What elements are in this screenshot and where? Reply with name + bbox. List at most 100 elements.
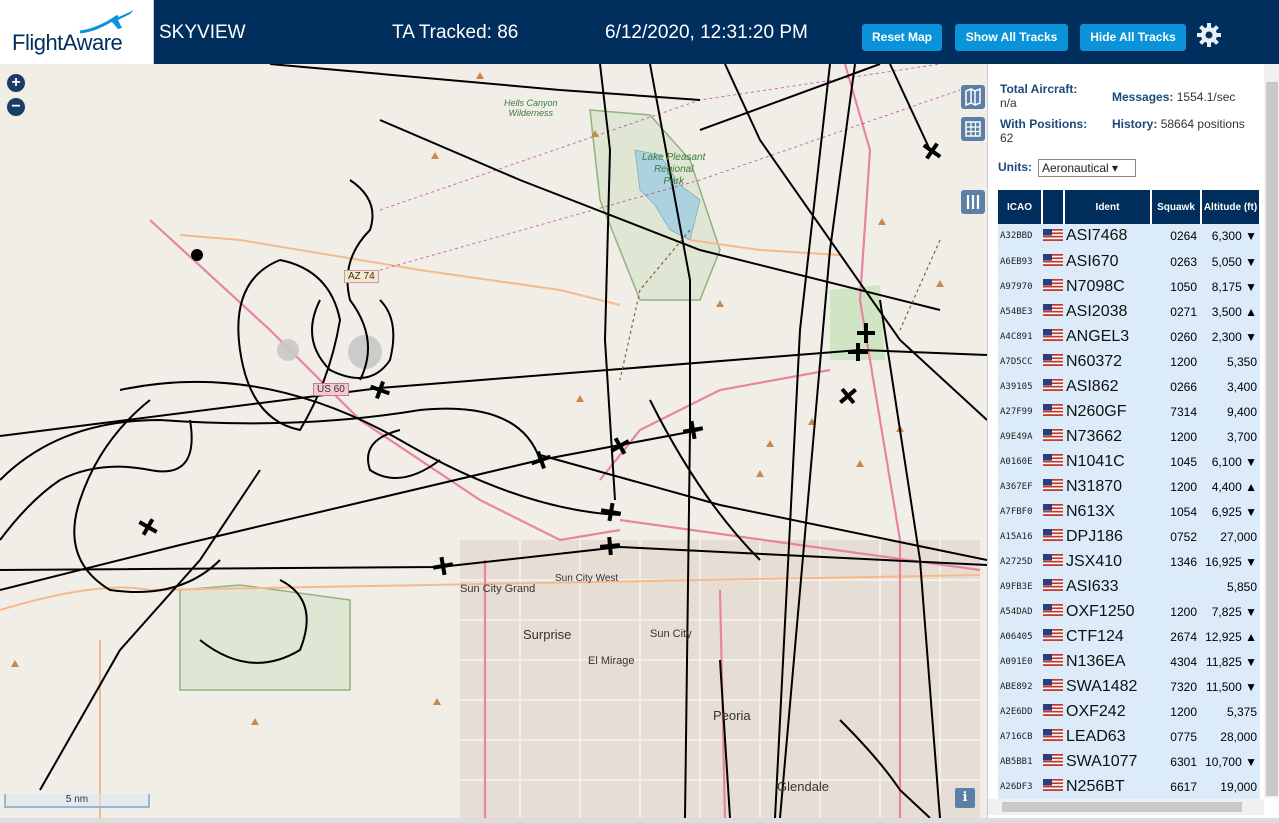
label-glendale: Glendale: [777, 779, 830, 794]
history-stat: History: 58664 positions: [1112, 117, 1247, 131]
info-button[interactable]: i: [955, 788, 975, 808]
col-squawk[interactable]: Squawk: [1151, 190, 1202, 224]
map-canvas[interactable]: + − Hells Canyon Wilderness Lake Pleasan…: [0, 64, 987, 818]
table-row[interactable]: A2E6DD OXF242 1200 5,375: [998, 699, 1260, 725]
col-altitude[interactable]: Altitude (ft): [1201, 190, 1261, 224]
show-all-tracks-button[interactable]: Show All Tracks: [955, 24, 1068, 51]
col-flag[interactable]: [1042, 190, 1065, 224]
cell-ident: ASI670: [1064, 249, 1151, 275]
cell-flag: [1042, 349, 1064, 375]
cell-ident: N256BT: [1064, 774, 1151, 800]
scrollbar-thumb[interactable]: [1002, 802, 1242, 812]
cell-squawk: 1050: [1151, 274, 1201, 300]
cell-flag: [1042, 449, 1064, 475]
hide-all-tracks-button[interactable]: Hide All Tracks: [1080, 24, 1186, 51]
gear-icon[interactable]: [1196, 22, 1222, 48]
cell-ident: DPJ186: [1064, 524, 1151, 550]
columns-button[interactable]: [961, 190, 985, 214]
table-row[interactable]: A4C891 ANGEL3 0260 2,300 ▼: [998, 324, 1260, 350]
cell-altitude: 8,175 ▼: [1201, 274, 1260, 300]
table-row[interactable]: A0160E N1041C 1045 6,100 ▼: [998, 449, 1260, 475]
cell-icao: A06405: [998, 624, 1042, 650]
us-flag-icon: [1043, 479, 1063, 491]
col-icao[interactable]: ICAO: [998, 190, 1043, 224]
reset-map-button[interactable]: Reset Map: [862, 24, 942, 51]
us-flag-icon: [1043, 779, 1063, 791]
aircraft-markers: [138, 142, 942, 576]
units-label: Units:: [998, 160, 1032, 174]
cell-squawk: 1346: [1151, 549, 1201, 575]
cell-icao: A4C891: [998, 324, 1042, 350]
cell-altitude: 7,825 ▼: [1201, 599, 1260, 625]
cell-icao: A39105: [998, 374, 1042, 400]
cell-icao: AB5BB1: [998, 749, 1042, 775]
units-select[interactable]: Aeronautical ▾: [1038, 159, 1136, 177]
col-ident[interactable]: Ident: [1064, 190, 1152, 224]
cell-squawk: 0775: [1151, 724, 1201, 750]
table-row[interactable]: A26DF3 N256BT 6617 19,000: [998, 774, 1260, 800]
cell-ident: OXF242: [1064, 699, 1151, 725]
cell-flag: [1042, 724, 1064, 750]
us-flag-icon: [1043, 654, 1063, 666]
cell-altitude: 4,400 ▲: [1201, 474, 1260, 500]
cell-icao: A26DF3: [998, 774, 1042, 800]
label-hells-canyon: Hells Canyon Wilderness: [504, 98, 558, 118]
table-row[interactable]: A15A16 DPJ186 0752 27,000: [998, 524, 1260, 550]
table-row[interactable]: A39105 ASI862 0266 3,400: [998, 374, 1260, 400]
table-row[interactable]: AB5BB1 SWA1077 6301 10,700 ▼: [998, 749, 1260, 775]
table-row[interactable]: A9FB3E ASI633 5,850: [998, 574, 1260, 600]
scrollbar-thumb[interactable]: [1266, 82, 1278, 796]
clock: 6/12/2020, 12:31:20 PM: [605, 22, 808, 43]
us-flag-icon: [1043, 579, 1063, 591]
cell-flag: [1042, 774, 1064, 800]
tracked-count: TA Tracked: 86: [392, 22, 519, 43]
cell-altitude: 16,925 ▼: [1201, 549, 1260, 575]
table-row[interactable]: A9E49A N73662 1200 3,700: [998, 424, 1260, 450]
us-flag-icon: [1043, 629, 1063, 641]
map-icon: [965, 87, 981, 107]
table-row[interactable]: A97970 N7098C 1050 8,175 ▼: [998, 274, 1260, 300]
table-row[interactable]: A32BBD ASI7468 0264 6,300 ▼: [998, 224, 1260, 250]
cell-icao: A367EF: [998, 474, 1042, 500]
table-row[interactable]: A6EB93 ASI670 0263 5,050 ▼: [998, 249, 1260, 275]
flightaware-logo[interactable]: FlightAware: [0, 0, 154, 64]
cell-ident: N613X: [1064, 499, 1151, 525]
us-flag-icon: [1043, 754, 1063, 766]
table-row[interactable]: A7D5CC N60372 1200 5,350: [998, 349, 1260, 375]
table-row[interactable]: A091E0 N136EA 4304 11,825 ▼: [998, 649, 1260, 675]
table-row[interactable]: ABE892 SWA1482 7320 11,500 ▼: [998, 674, 1260, 700]
us-flag-icon: [1043, 504, 1063, 516]
zoom-in-button[interactable]: +: [7, 74, 25, 92]
table-row[interactable]: A27F99 N260GF 7314 9,400: [998, 399, 1260, 425]
map-layer-button[interactable]: [961, 85, 985, 109]
cell-ident: ASI633: [1064, 574, 1151, 600]
cell-squawk: 6617: [1151, 774, 1201, 800]
cell-flag: [1042, 624, 1064, 650]
table-row[interactable]: A716CB LEAD63 0775 28,000: [998, 724, 1260, 750]
cell-altitude: 5,050 ▼: [1201, 249, 1260, 275]
table-row[interactable]: A54DAD OXF1250 1200 7,825 ▼: [998, 599, 1260, 625]
us-flag-icon: [1043, 729, 1063, 741]
map-base-layer: [0, 64, 987, 818]
cell-ident: ANGEL3: [1064, 324, 1151, 350]
cell-squawk: 1200: [1151, 474, 1201, 500]
label-sun-city-grand: Sun City Grand: [460, 583, 536, 595]
vertical-scrollbar[interactable]: [1264, 64, 1279, 798]
cell-altitude: 5,375: [1201, 699, 1260, 725]
horizontal-scrollbar[interactable]: [988, 799, 1264, 815]
table-row[interactable]: A367EF N31870 1200 4,400 ▲: [998, 474, 1260, 500]
grid-button[interactable]: [961, 117, 985, 141]
table-row[interactable]: A06405 CTF124 2674 12,925 ▲: [998, 624, 1260, 650]
table-row[interactable]: A2725D JSX410 1346 16,925 ▼: [998, 549, 1260, 575]
table-row[interactable]: A54BE3 ASI2038 0271 3,500 ▲: [998, 299, 1260, 325]
cell-altitude: 6,100 ▼: [1201, 449, 1260, 475]
aircraft-panel: Total Aircraft: n/a With Positions: 62 M…: [987, 64, 1279, 818]
zoom-out-button[interactable]: −: [7, 98, 25, 116]
history-value: 58664 positions: [1160, 117, 1245, 131]
cell-squawk: 1200: [1151, 424, 1201, 450]
us-flag-icon: [1043, 354, 1063, 366]
us-flag-icon: [1043, 279, 1063, 291]
label-sun-city-west: Sun City West: [555, 573, 619, 584]
table-row[interactable]: A7FBF0 N613X 1054 6,925 ▼: [998, 499, 1260, 525]
cell-flag: [1042, 649, 1064, 675]
